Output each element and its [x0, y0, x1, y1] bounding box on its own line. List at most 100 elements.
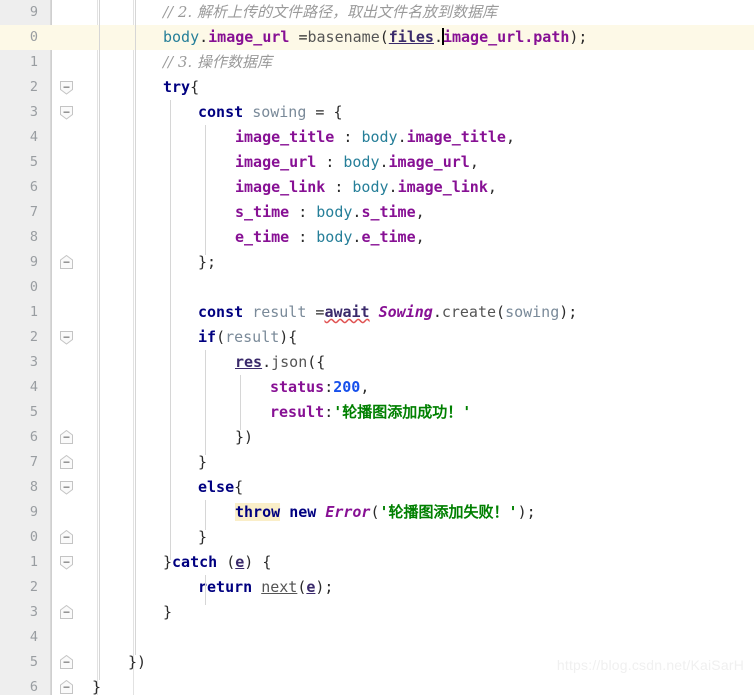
line-number: 5 — [29, 154, 38, 170]
line-number: 0 — [0, 25, 44, 50]
editor-line[interactable]: 2 try{ — [0, 75, 754, 100]
code-line-content[interactable]: }) — [128, 650, 146, 675]
editor-line[interactable]: 7 } — [0, 450, 754, 475]
fold-marker-collapse-icon[interactable] — [59, 480, 74, 495]
line-number: 8 — [29, 479, 38, 495]
fold-marker-expand-icon[interactable] — [59, 655, 74, 670]
fold-marker-expand-icon[interactable] — [59, 430, 74, 445]
line-number: 4 — [29, 629, 38, 645]
editor-line[interactable]: 3 } — [0, 600, 754, 625]
editor-line[interactable]: 6 }) — [0, 425, 754, 450]
code-line-content[interactable]: const sowing = { — [198, 100, 343, 125]
indent-guide — [99, 0, 100, 680]
code-line-content[interactable]: image_link : body.image_link, — [235, 175, 497, 200]
indent-guide — [205, 350, 206, 455]
code-line-content[interactable]: // 3. 操作数据库 — [163, 50, 272, 75]
editor-line[interactable]: 0 — [0, 275, 754, 300]
editor-line[interactable]: 9 // 2. 解析上传的文件路径，取出文件名放到数据库 — [0, 0, 754, 25]
line-number: 7 — [29, 204, 38, 220]
line-number: 9 — [29, 504, 38, 520]
line-number: 1 — [29, 304, 38, 320]
editor-line[interactable]: 6 } — [0, 675, 754, 700]
line-number: 3 — [29, 104, 38, 120]
line-number: 9 — [29, 254, 38, 270]
line-number: 8 — [29, 229, 38, 245]
editor-line[interactable]: 4 status:200, — [0, 375, 754, 400]
line-number: 6 — [29, 679, 38, 695]
line-number: 6 — [29, 179, 38, 195]
line-number: 5 — [29, 654, 38, 670]
editor-line[interactable]: 4 image_title : body.image_title, — [0, 125, 754, 150]
editor-line[interactable]: 1 const result =await Sowing.create(sowi… — [0, 300, 754, 325]
line-number: 3 — [29, 354, 38, 370]
indent-guide — [240, 375, 241, 430]
code-line-content[interactable]: throw new Error('轮播图添加失败！'); — [235, 500, 536, 525]
editor-line[interactable]: 5 image_url : body.image_url, — [0, 150, 754, 175]
code-line-content[interactable]: status:200, — [270, 375, 369, 400]
editor-line[interactable]: 2 if(result){ — [0, 325, 754, 350]
line-number: 2 — [29, 329, 38, 345]
editor-line[interactable]: 5 result:'轮播图添加成功！' — [0, 400, 754, 425]
indent-guide — [135, 0, 136, 655]
fold-marker-expand-icon[interactable] — [59, 455, 74, 470]
fold-marker-expand-icon[interactable] — [59, 680, 74, 695]
editor-line[interactable]: 2 return next(e); — [0, 575, 754, 600]
indent-guide — [205, 575, 206, 605]
line-number: 5 — [29, 404, 38, 420]
editor-line-current[interactable]: 0 body.image_url =basename(files.image_u… — [0, 25, 754, 50]
line-number: 1 — [29, 54, 38, 70]
editor-line[interactable]: 7 s_time : body.s_time, — [0, 200, 754, 225]
code-line-content[interactable]: return next(e); — [198, 575, 333, 600]
blog-watermark: https://blog.csdn.net/KaiSarH — [556, 657, 744, 673]
editor-line[interactable]: 3 const sowing = { — [0, 100, 754, 125]
code-line-content[interactable]: image_url : body.image_url, — [235, 150, 479, 175]
code-lines: 9 // 2. 解析上传的文件路径，取出文件名放到数据库 0 body.imag… — [0, 0, 754, 696]
line-number: 2 — [29, 579, 38, 595]
code-line-content[interactable]: body.image_url =basename(files.image_url… — [163, 25, 587, 50]
fold-marker-collapse-icon[interactable] — [59, 555, 74, 570]
fold-marker-collapse-icon[interactable] — [59, 105, 74, 120]
line-number: 1 — [29, 554, 38, 570]
code-line-content[interactable]: res.json({ — [235, 350, 325, 375]
code-line-content[interactable]: }; — [198, 250, 216, 275]
editor-line[interactable]: 0 } — [0, 525, 754, 550]
fold-marker-expand-icon[interactable] — [59, 530, 74, 545]
line-number: 6 — [29, 429, 38, 445]
line-number: 7 — [29, 454, 38, 470]
line-number: 9 — [29, 4, 38, 20]
code-line-content[interactable]: result:'轮播图添加成功！' — [270, 400, 471, 425]
line-number: 4 — [29, 379, 38, 395]
code-line-content[interactable]: }catch (e) { — [163, 550, 271, 575]
indent-guide — [205, 500, 206, 530]
editor-line[interactable]: 8 e_time : body.e_time, — [0, 225, 754, 250]
line-number: 2 — [29, 79, 38, 95]
editor-line[interactable]: 6 image_link : body.image_link, — [0, 175, 754, 200]
line-number: 0 — [29, 529, 38, 545]
code-line-content[interactable]: }) — [235, 425, 253, 450]
line-number: 3 — [29, 604, 38, 620]
editor-line[interactable]: 9 throw new Error('轮播图添加失败！'); — [0, 500, 754, 525]
code-line-content[interactable]: else{ — [198, 475, 243, 500]
fold-marker-expand-icon[interactable] — [59, 605, 74, 620]
editor-line[interactable]: 8 else{ — [0, 475, 754, 500]
indent-guide — [205, 125, 206, 255]
editor-line[interactable]: 3 res.json({ — [0, 350, 754, 375]
code-line-content[interactable]: e_time : body.e_time, — [235, 225, 425, 250]
fold-marker-expand-icon[interactable] — [59, 255, 74, 270]
line-number: 4 — [29, 129, 38, 145]
code-line-content[interactable]: const result =await Sowing.create(sowing… — [198, 300, 577, 325]
code-line-content[interactable]: if(result){ — [198, 325, 297, 350]
code-line-content[interactable]: // 2. 解析上传的文件路径，取出文件名放到数据库 — [163, 0, 497, 25]
fold-marker-collapse-icon[interactable] — [59, 330, 74, 345]
line-number: 0 — [29, 279, 38, 295]
editor-line[interactable]: 4 — [0, 625, 754, 650]
code-line-content[interactable]: try{ — [163, 75, 199, 100]
fold-marker-collapse-icon[interactable] — [59, 80, 74, 95]
editor-line[interactable]: 9 }; — [0, 250, 754, 275]
code-line-content[interactable]: } — [163, 600, 172, 625]
code-editor[interactable]: 9 // 2. 解析上传的文件路径，取出文件名放到数据库 0 body.imag… — [0, 0, 754, 696]
editor-line[interactable]: 1 // 3. 操作数据库 — [0, 50, 754, 75]
code-line-content[interactable]: image_title : body.image_title, — [235, 125, 515, 150]
code-line-content[interactable]: s_time : body.s_time, — [235, 200, 425, 225]
editor-line[interactable]: 1 }catch (e) { — [0, 550, 754, 575]
